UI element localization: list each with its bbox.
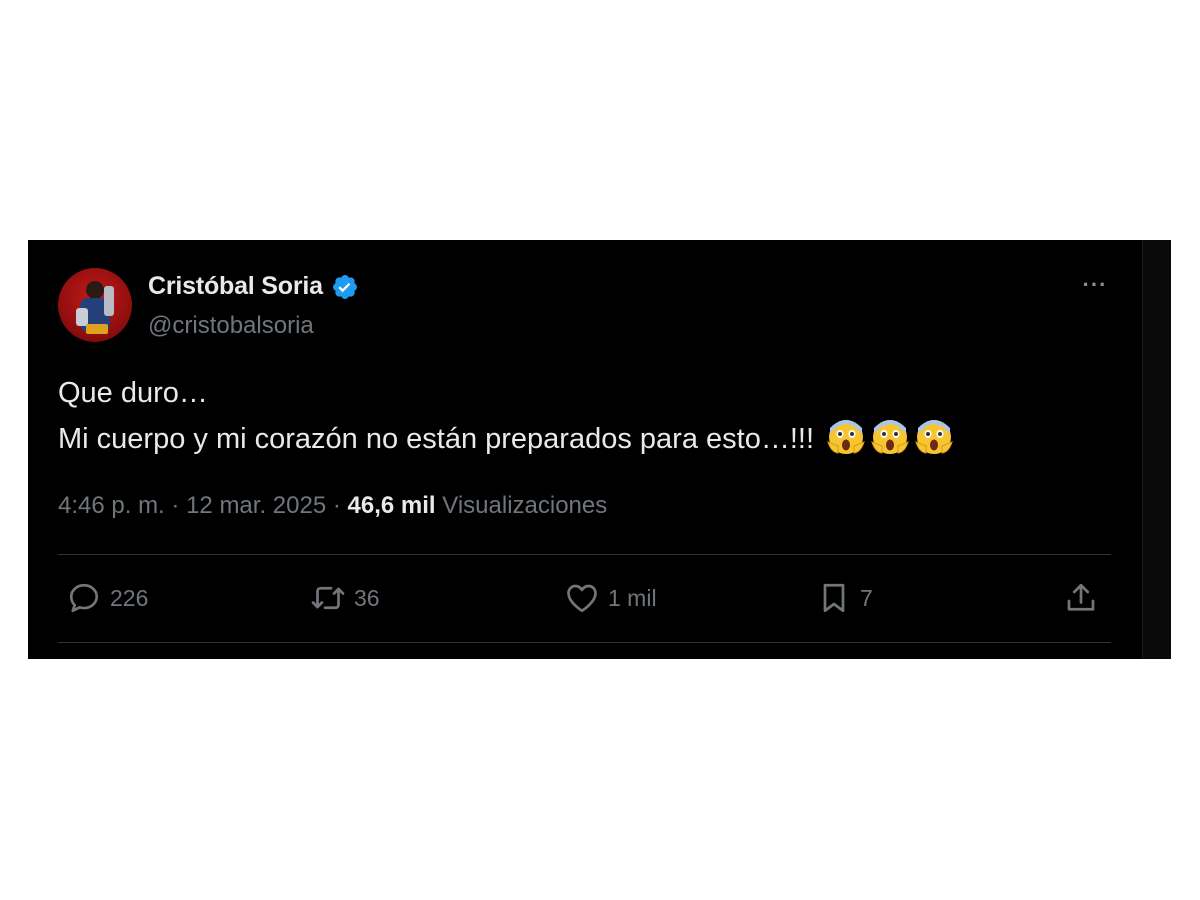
reply-button[interactable]: 226	[66, 576, 148, 620]
tweet-card: Cristóbal Soria @cristobalsoria ··· Que …	[28, 240, 1171, 659]
tweet-line-1: Que duro…	[58, 377, 208, 409]
verified-badge-icon	[332, 274, 357, 299]
bookmark-count: 7	[860, 584, 873, 611]
share-icon	[1067, 583, 1095, 611]
action-bar: 226 36 1 mil 7	[58, 576, 1111, 620]
scream-emoji-icon	[915, 420, 953, 454]
meta-separator: ·	[332, 492, 341, 519]
bookmark-button[interactable]: 7	[816, 576, 873, 620]
avatar[interactable]	[58, 268, 132, 342]
views-label: Visualizaciones	[442, 492, 608, 519]
tweet-meta: 4:46 p. m. · 12 mar. 2025 · 46,6 mil Vis…	[58, 492, 607, 520]
author-name-row: Cristóbal Soria	[148, 272, 359, 301]
tweet-line-2-text: Mi cuerpo y mi corazón no están preparad…	[58, 423, 814, 455]
share-button[interactable]	[1063, 576, 1099, 620]
display-name[interactable]: Cristóbal Soria	[148, 272, 323, 301]
author-handle[interactable]: @cristobalsoria	[148, 312, 314, 340]
more-icon: ···	[1082, 272, 1108, 297]
tweet-date[interactable]: 12 mar. 2025	[186, 492, 326, 519]
tweet-text: Que duro… Mi cuerpo y mi corazón no está…	[58, 370, 958, 462]
scream-emoji-icon	[871, 420, 909, 454]
scream-emoji-icon	[827, 420, 865, 454]
bookmark-icon	[823, 583, 845, 613]
tweet-time[interactable]: 4:46 p. m.	[58, 492, 165, 519]
like-count: 1 mil	[608, 584, 657, 611]
scrollbar-track[interactable]	[1142, 240, 1171, 659]
emoji-group	[826, 416, 958, 456]
reply-icon	[69, 583, 99, 613]
retweet-count: 36	[354, 584, 380, 611]
like-button[interactable]: 1 mil	[564, 576, 657, 620]
divider	[58, 554, 1111, 555]
meta-separator: ·	[171, 492, 180, 519]
retweet-button[interactable]: 36	[310, 576, 380, 620]
divider	[58, 642, 1111, 643]
more-options-button[interactable]: ···	[1075, 270, 1115, 300]
like-icon	[567, 584, 597, 613]
views-count: 46,6 mil	[347, 492, 436, 519]
tweet-line-2: Mi cuerpo y mi corazón no están preparad…	[58, 416, 958, 462]
retweet-icon	[311, 586, 345, 610]
reply-count: 226	[110, 584, 149, 611]
